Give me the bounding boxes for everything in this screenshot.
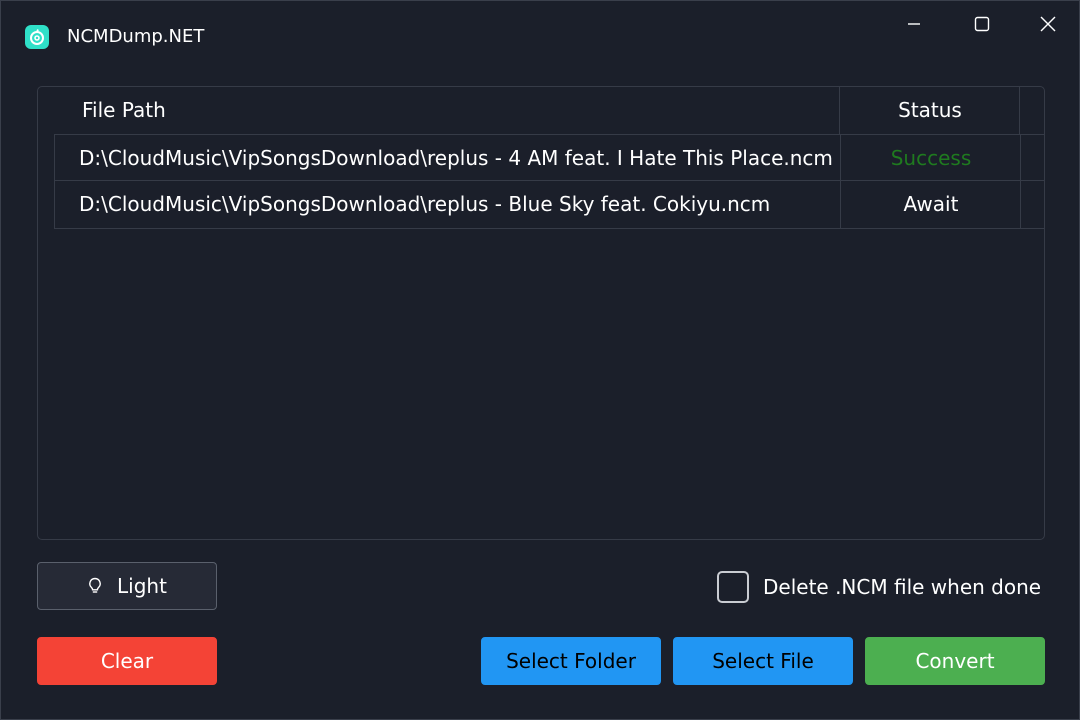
cell-divider: [1020, 135, 1021, 181]
select-file-button[interactable]: Select File: [673, 637, 853, 685]
close-icon: [1040, 16, 1056, 32]
convert-button[interactable]: Convert: [865, 637, 1045, 685]
file-path-cell: D:\CloudMusic\VipSongsDownload\replus - …: [79, 146, 833, 170]
close-button[interactable]: [1025, 9, 1071, 39]
app-window: NCMDump.NET File Path Status D:\CloudMus: [0, 0, 1080, 720]
delete-ncm-checkbox[interactable]: [717, 571, 749, 603]
cell-divider: [1020, 181, 1021, 228]
table-row[interactable]: D:\CloudMusic\VipSongsDownload\replus - …: [54, 134, 1044, 181]
delete-ncm-label[interactable]: Delete .NCM file when done: [763, 573, 1041, 601]
maximize-button[interactable]: [959, 9, 1005, 39]
status-cell: Await: [903, 192, 959, 216]
column-header-status[interactable]: Status: [840, 87, 1020, 134]
lightbulb-icon: [89, 577, 101, 593]
column-divider[interactable]: [1019, 87, 1020, 134]
select-folder-button[interactable]: Select Folder: [481, 637, 661, 685]
theme-toggle-label: Light: [117, 574, 167, 598]
netease-music-icon: [25, 25, 49, 49]
column-header-file-path[interactable]: File Path: [82, 87, 839, 134]
window-title: NCMDump.NET: [67, 26, 205, 47]
maximize-icon: [974, 16, 990, 32]
file-path-cell: D:\CloudMusic\VipSongsDownload\replus - …: [79, 192, 771, 216]
file-table[interactable]: File Path Status D:\CloudMusic\VipSongsD…: [37, 86, 1045, 540]
minimize-button[interactable]: [891, 9, 937, 39]
minimize-icon: [908, 23, 920, 25]
theme-toggle-button[interactable]: Light: [37, 562, 217, 610]
column-divider[interactable]: [839, 87, 840, 134]
table-row[interactable]: D:\CloudMusic\VipSongsDownload\replus - …: [54, 181, 1044, 229]
table-header: File Path Status: [38, 87, 1044, 134]
title-bar[interactable]: NCMDump.NET: [1, 1, 1079, 71]
status-cell: Success: [890, 146, 972, 170]
clear-button[interactable]: Clear: [37, 637, 217, 685]
